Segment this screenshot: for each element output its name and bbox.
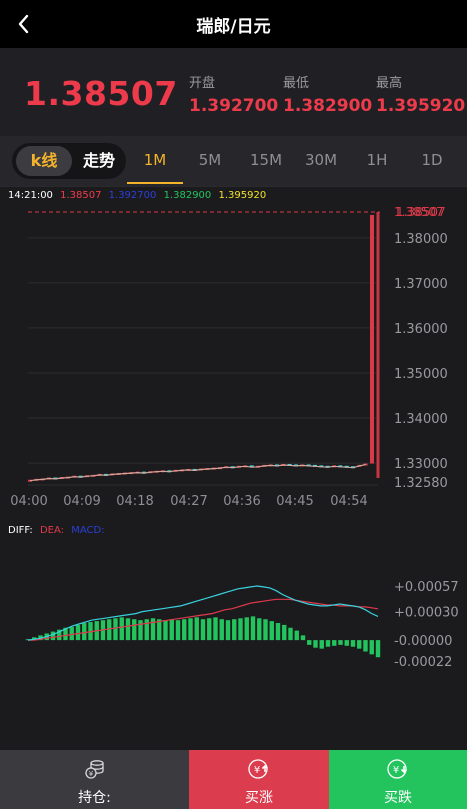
x-tick-label: 04:00 [10,494,47,509]
macd-histogram-bar [363,640,368,652]
macd-histogram-bar [244,617,249,641]
legend-macd: MACD: [71,525,105,536]
svg-text:¥: ¥ [393,765,399,776]
macd-histogram-bar [250,616,256,641]
macd-histogram-bar [319,640,324,649]
x-tick-label: 04:09 [63,494,100,509]
macd-histogram-bar [338,640,343,645]
macd-histogram-bar [75,624,81,641]
macd-histogram-bar [313,640,318,648]
yen-down-icon: ¥ [387,758,409,780]
y-tick-label: 1.34000 [394,412,448,427]
macd-histogram-bar [157,619,162,641]
buy-up-label: 买涨 [245,790,273,806]
yen-up-icon: ¥ [248,758,270,780]
buy-down-button[interactable]: ¥ 买跌 [329,750,467,809]
candle [370,215,374,464]
macd-histogram-bar [369,640,374,655]
macd-histogram-bar [144,619,149,641]
macd-histogram-bar [288,627,293,641]
bottom-bar: ¥ 持仓: ¥ 买涨 ¥ 买跌 [0,750,467,809]
y-tick-label: 1.38000 [394,232,448,247]
macd-histogram-bar [69,626,74,641]
legend-time: 14:21:00 [8,190,53,201]
macd-y-tick-label: +0.00030 [394,606,459,621]
macd-histogram-bar [269,621,274,641]
macd-histogram-bar [219,619,224,641]
x-tick-label: 04:54 [330,494,367,509]
y-tick-label: 1.35000 [394,367,448,382]
y-tick-label: 1.33000 [394,457,448,472]
x-tick-label: 04:45 [276,494,313,509]
position-button[interactable]: ¥ 持仓: [0,750,189,809]
macd-histogram-bar [132,619,137,641]
macd-histogram-bar [213,617,218,641]
legend-close: 1.38507 [60,190,102,201]
macd-histogram-bar [357,640,362,649]
macd-histogram-bar [82,623,87,641]
macd-histogram-bar [119,617,124,641]
macd-histogram-bar [307,640,312,645]
macd-histogram-bar [350,640,356,647]
macd-histogram-bar [182,619,187,641]
macd-histogram-bar [113,618,118,641]
macd-histogram-bar [50,631,56,641]
macd-legend: DIFF: DEA: MACD: [8,525,109,536]
buy-up-button[interactable]: ¥ 买涨 [189,750,329,809]
y-tick-label: 1.37000 [394,277,448,292]
legend-dea: DEA: [39,525,64,536]
x-tick-label: 04:27 [170,494,207,509]
legend-high: 1.395920 [218,190,267,201]
ohlc-legend: 14:21:00 1.38507 1.392700 1.382900 1.395… [8,190,270,201]
macd-histogram-bar [294,630,299,641]
x-tick-label: 04:18 [116,494,153,509]
macd-histogram-bar [232,619,237,641]
y-tick-label: 1.36000 [394,322,448,337]
kline-chart: 1.38000 1.37000 1.36000 1.35000 1.34000 1.330… [10,205,459,670]
x-tick-label: 04:36 [223,494,260,509]
macd-histogram-bar [325,640,331,647]
macd-histogram-bar [257,618,262,641]
macd-histogram-bar [169,619,174,641]
svg-text:¥: ¥ [254,765,260,776]
macd-histogram-bar [332,640,337,646]
legend-open: 1.392700 [108,190,157,201]
legend-diff: DIFF: [8,525,33,536]
legend-low: 1.382900 [163,190,212,201]
macd-histogram-bar [375,640,381,658]
macd-histogram-bar [188,618,193,641]
macd-histogram-bar [125,618,131,641]
macd-histogram-bar [344,640,349,646]
macd-histogram-bar [282,624,287,641]
macd-histogram-bar [263,619,268,641]
macd-histogram-bar [238,618,243,641]
macd-histogram-bar [200,619,206,641]
coins-icon: ¥ [84,758,106,780]
y-tick-label: 1.32580 [394,476,448,491]
macd-histogram-bar [175,620,181,641]
highest-price-marker: 1.38507 [396,205,446,219]
macd-histogram-bar [207,618,212,641]
buy-down-label: 买跌 [384,790,412,806]
ma-line [29,463,366,482]
macd-histogram-bar [225,620,231,641]
macd-y-tick-label: +0.00057 [394,580,459,595]
macd-histogram-bar [275,623,281,641]
svg-text:¥: ¥ [88,770,93,778]
macd-histogram-bar [138,620,143,641]
macd-histogram-bar [163,620,168,641]
macd-histogram-bar [300,635,306,641]
macd-histogram-bar [194,617,199,641]
macd-y-tick-label: -0.00022 [394,655,452,670]
macd-y-tick-label: -0.00000 [394,634,452,649]
position-label: 持仓: [78,790,111,806]
macd-histogram-bar [150,618,156,641]
